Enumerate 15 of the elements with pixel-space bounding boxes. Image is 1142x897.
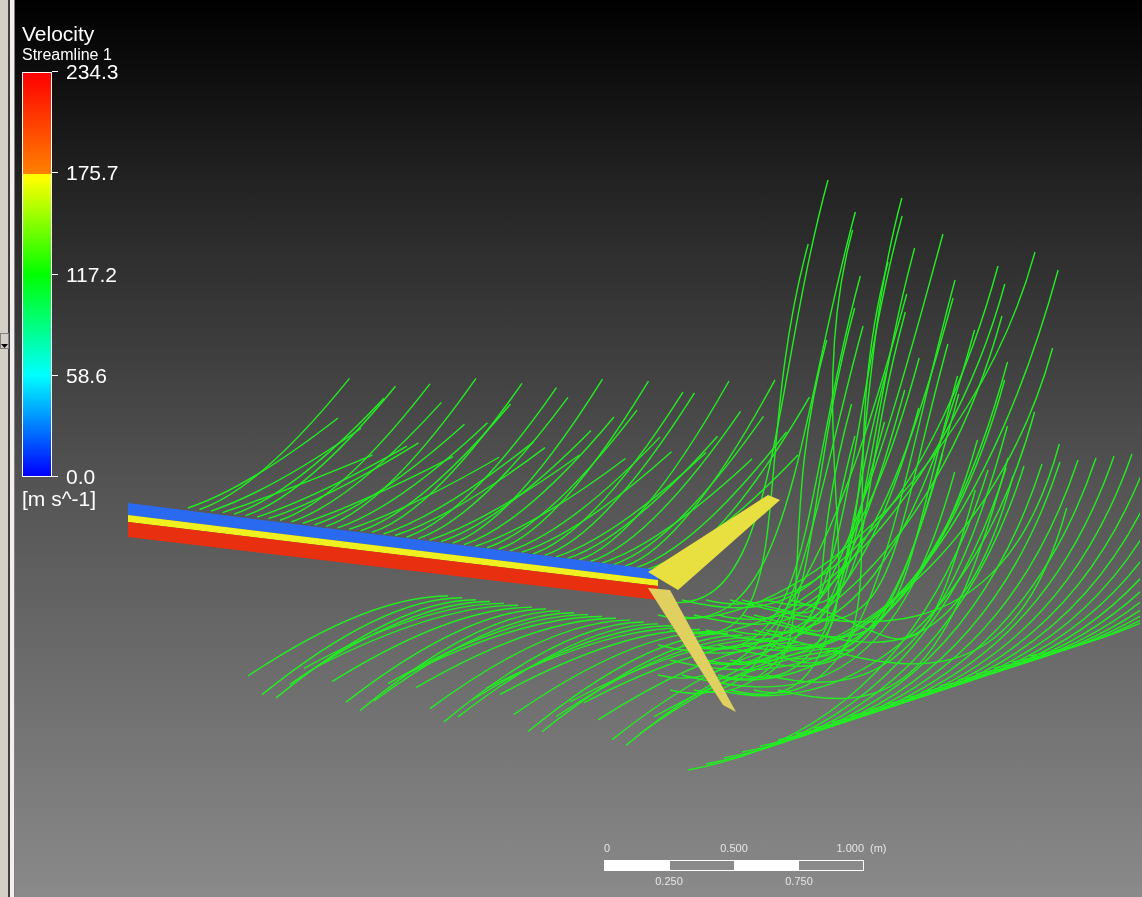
3d-viewport[interactable]: Velocity Streamline 1 234.3 175.7 117.2 58.6 0.0 [m s^-1] 0 0.500 1.000 (m) 0.250 0.750 <box>15 0 1142 897</box>
legend-value: 117.2 <box>66 262 117 286</box>
legend-value: 175.7 <box>66 161 119 185</box>
scale-unit: (m) <box>870 842 887 855</box>
legend-value: 58.6 <box>66 363 107 387</box>
legend-value: 0.0 <box>66 465 96 488</box>
scale-label: 0 <box>604 842 611 855</box>
caret-icon <box>1 344 8 350</box>
scale-label: 0.250 <box>655 875 683 888</box>
legend-units: [m s^-1] <box>22 487 98 511</box>
legend-title: Velocity <box>22 22 96 46</box>
scale-label: 0.750 <box>785 875 813 888</box>
scale-label: 1.000 <box>836 842 864 855</box>
scale-label: 0.500 <box>720 842 748 855</box>
dropdown-arrow-button[interactable] <box>0 333 9 349</box>
